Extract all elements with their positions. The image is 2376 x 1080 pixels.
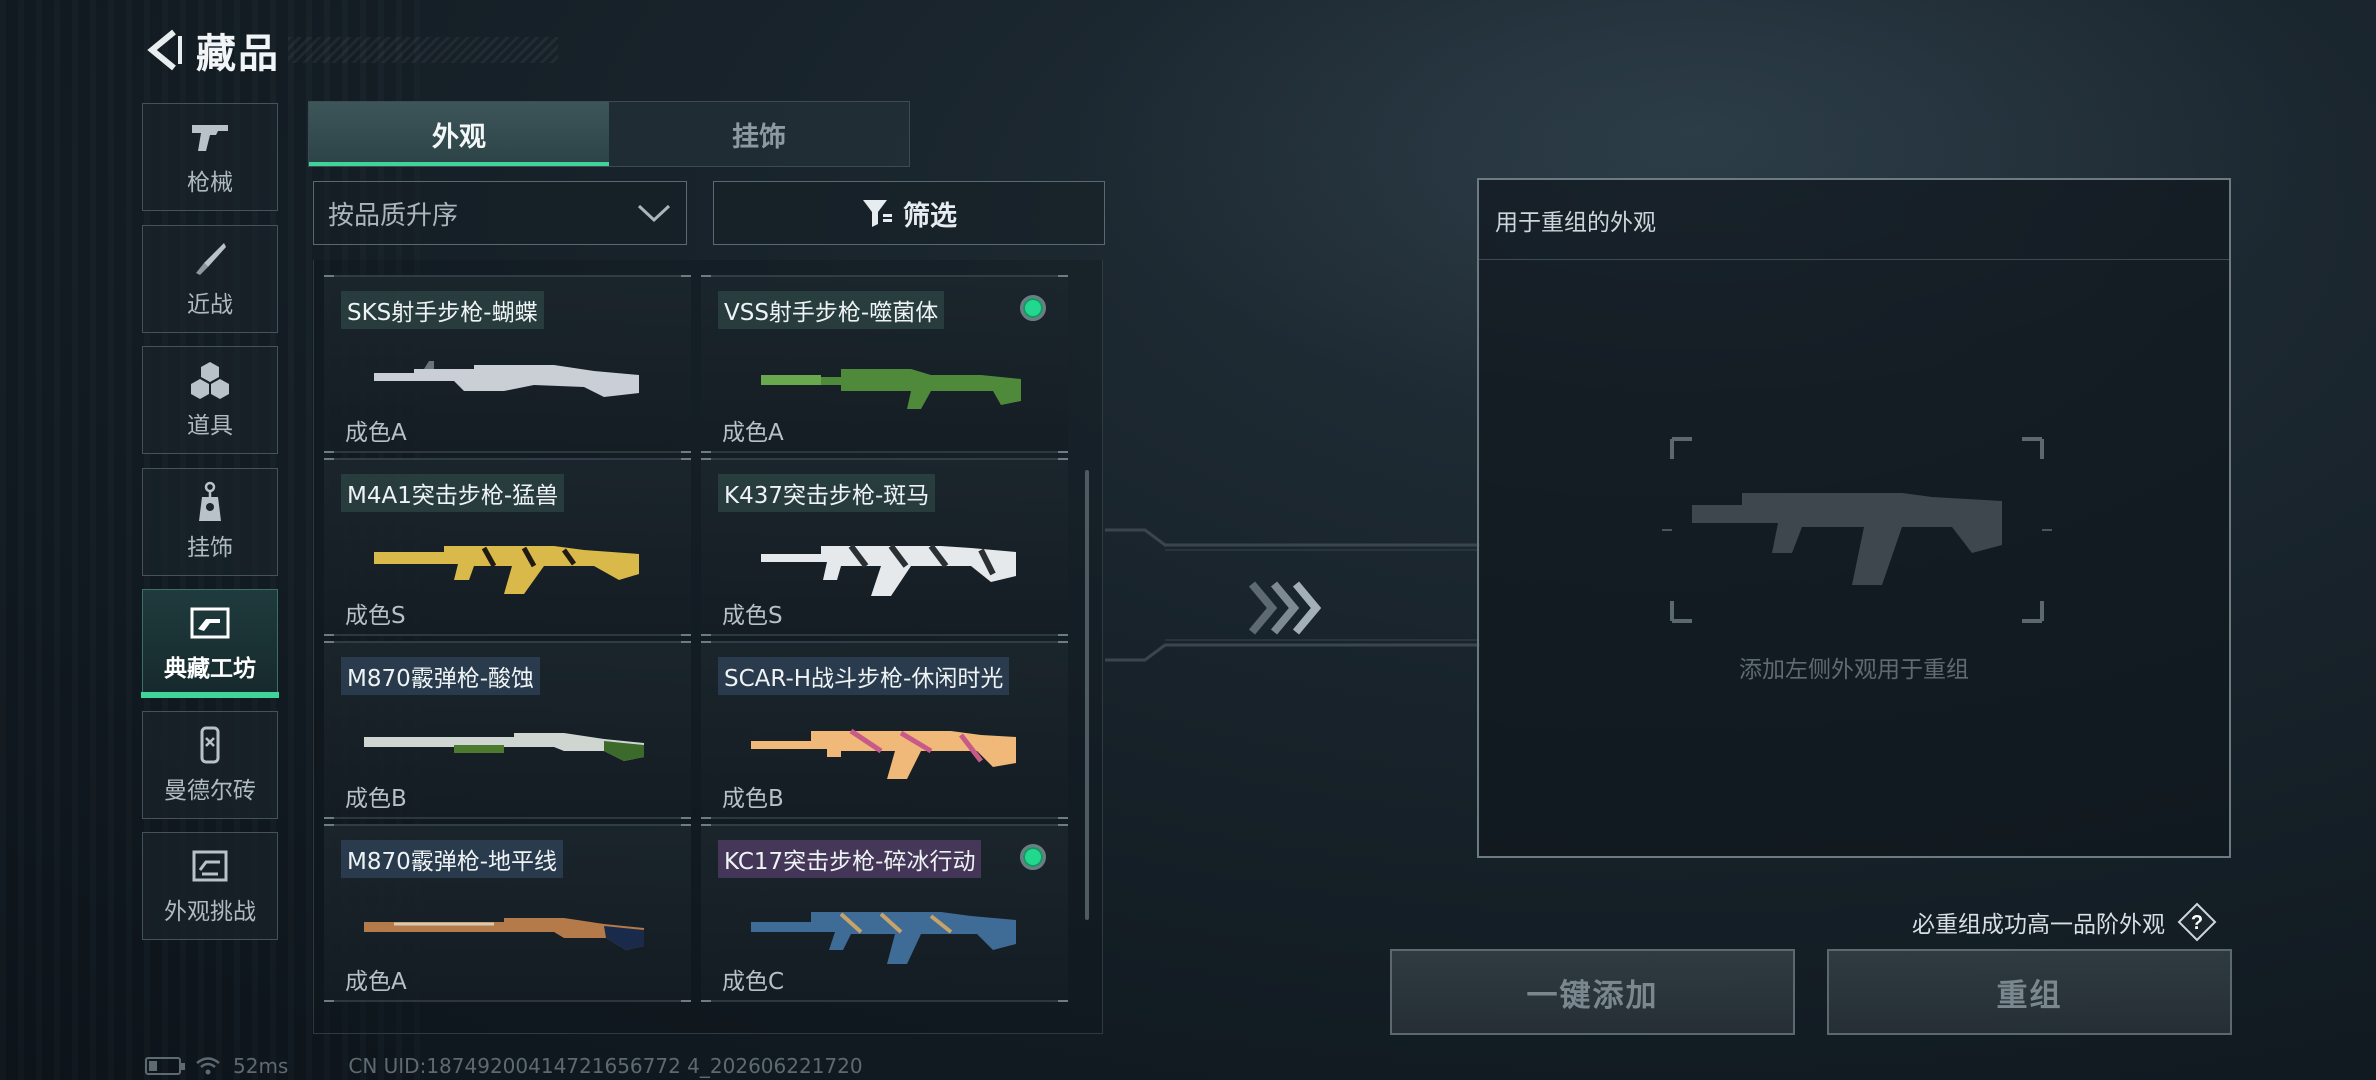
- title-decoration: [288, 37, 558, 63]
- shotgun-image: [364, 918, 644, 950]
- sidebar-item-mandel-brick[interactable]: 曼德尔砖: [142, 710, 278, 819]
- user-uid: CN UID:18749200414721656772 4_2026062217…: [348, 1054, 863, 1078]
- page-title: 藏品: [196, 31, 280, 77]
- back-button[interactable]: [140, 22, 188, 78]
- help-button[interactable]: ?: [2177, 902, 2217, 942]
- filter-button[interactable]: 筛选: [713, 181, 1105, 245]
- skin-grade: 成色B: [345, 786, 407, 812]
- skin-card[interactable]: K437突击步枪-斑马 成色S: [701, 458, 1068, 636]
- category-sidebar: 枪械 近战 道具 挂饰 典藏工坊 曼德尔砖 外观挑战: [141, 103, 280, 954]
- back-arrow-icon: [147, 29, 182, 71]
- rifle-image: [751, 728, 1016, 779]
- sidebar-item-label: 曼德尔砖: [164, 777, 256, 804]
- rifle-image: [374, 546, 639, 594]
- question-mark-icon: ?: [2177, 902, 2217, 942]
- sidebar-item-charms[interactable]: 挂饰: [142, 467, 278, 576]
- skin-name: M4A1突击步枪-猛兽: [341, 474, 565, 512]
- sort-dropdown[interactable]: 按品质升序: [313, 181, 687, 245]
- recombine-placeholder-text: 添加左侧外观用于重组: [1739, 657, 1969, 683]
- empty-slot-rifle-icon: [1662, 437, 2052, 623]
- add-all-label: 一键添加: [1526, 977, 1659, 1014]
- skin-name: SKS射手步枪-蝴蝶: [341, 291, 544, 329]
- skin-name: KC17突击步枪-碎冰行动: [718, 840, 982, 878]
- skin-grade: 成色A: [345, 969, 407, 995]
- skin-card[interactable]: VSS射手步枪-噬菌体 成色A: [701, 275, 1068, 453]
- recombine-hint: 必重组成功高一品阶外观 ?: [1912, 902, 2217, 942]
- tab-bar: 外观 挂饰: [308, 101, 910, 167]
- skin-card[interactable]: SCAR-H战斗步枪-休闲时光 成色B: [701, 641, 1068, 819]
- sidebar-item-challenge[interactable]: 外观挑战: [142, 832, 278, 940]
- skin-name: K437突击步枪-斑马: [718, 474, 936, 512]
- recombine-panel[interactable]: 用于重组的外观 添加左侧外观用于重组: [1477, 178, 2231, 858]
- sidebar-item-label: 枪械: [187, 170, 233, 196]
- recombine-label: 重组: [1996, 977, 2063, 1014]
- battery-icon: [145, 1057, 185, 1075]
- tab-charms[interactable]: 挂饰: [609, 102, 909, 166]
- sidebar-item-label: 道具: [187, 413, 233, 439]
- challenge-icon: [187, 846, 233, 886]
- skin-grade: 成色S: [345, 603, 406, 629]
- skin-grade: 成色A: [345, 420, 407, 446]
- sidebar-item-label: 典藏工坊: [164, 656, 256, 682]
- sidebar-item-workshop[interactable]: 典藏工坊: [141, 589, 279, 698]
- sort-value: 按品质升序: [328, 200, 459, 231]
- skin-card[interactable]: M870霰弹枪-酸蚀 成色B: [324, 641, 691, 819]
- wifi-icon: [196, 1057, 220, 1075]
- ping-value: 52ms: [233, 1054, 289, 1078]
- sidebar-item-label: 近战: [187, 291, 233, 318]
- pistol-icon: [187, 117, 233, 157]
- skin-grade: 成色B: [722, 786, 784, 812]
- svg-text:?: ?: [2191, 912, 2203, 934]
- skin-grade: 成色A: [722, 420, 784, 446]
- skin-card[interactable]: M870霰弹枪-地平线 成色A: [324, 824, 691, 1002]
- skin-grade: 成色C: [722, 969, 785, 995]
- recombine-panel-header: 用于重组的外观: [1479, 180, 2229, 260]
- skin-grid: SKS射手步枪-蝴蝶 成色A VSS射手步枪-噬菌体 成色A M4A1突击步枪-…: [313, 260, 1103, 1034]
- skin-name: VSS射手步枪-噬菌体: [718, 291, 945, 329]
- shotgun-image: [364, 733, 644, 761]
- filter-icon: [863, 200, 892, 227]
- chevron-down-icon: [637, 204, 671, 223]
- skin-name: SCAR-H战斗步枪-休闲时光: [718, 657, 1010, 695]
- equipped-indicator: [1020, 844, 1046, 870]
- knife-icon: [187, 239, 233, 279]
- chevron-right-arrows-icon: [1248, 581, 1322, 635]
- skin-name: M870霰弹枪-地平线: [341, 840, 564, 878]
- mandel-brick-icon: [187, 725, 233, 765]
- status-bar: 52ms CN UID:18749200414721656772 4_20260…: [145, 1054, 863, 1078]
- recombine-button[interactable]: 重组: [1827, 949, 2232, 1035]
- skin-name: M870霰弹枪-酸蚀: [341, 657, 541, 695]
- recombine-panel-title: 用于重组的外观: [1495, 209, 1656, 236]
- rifle-image: [761, 369, 1021, 409]
- equipped-indicator: [1020, 295, 1046, 321]
- add-all-button[interactable]: 一键添加: [1390, 949, 1795, 1035]
- header: 藏品: [140, 22, 558, 78]
- skin-card[interactable]: KC17突击步枪-碎冰行动 成色C: [701, 824, 1068, 1002]
- grid-scrollbar[interactable]: [1085, 470, 1089, 920]
- workshop-icon: [187, 603, 233, 643]
- rifle-image: [761, 544, 1016, 596]
- sidebar-item-label: 挂饰: [187, 534, 233, 561]
- rifle-image: [374, 361, 639, 397]
- skin-card[interactable]: SKS射手步枪-蝴蝶 成色A: [324, 275, 691, 453]
- rifle-image: [751, 912, 1016, 964]
- filter-label: 筛选: [903, 200, 957, 232]
- skin-card[interactable]: M4A1突击步枪-猛兽 成色S: [324, 458, 691, 636]
- tab-appearance[interactable]: 外观: [309, 102, 609, 166]
- charm-icon: [187, 481, 233, 522]
- hint-text: 必重组成功高一品阶外观: [1912, 912, 2165, 938]
- skin-grade: 成色S: [722, 603, 783, 629]
- sidebar-item-melee[interactable]: 近战: [142, 224, 278, 333]
- sidebar-item-firearms[interactable]: 枪械: [142, 103, 278, 211]
- sidebar-item-label: 外观挑战: [164, 899, 256, 925]
- sidebar-item-items[interactable]: 道具: [142, 346, 278, 454]
- items-icon: [187, 360, 233, 400]
